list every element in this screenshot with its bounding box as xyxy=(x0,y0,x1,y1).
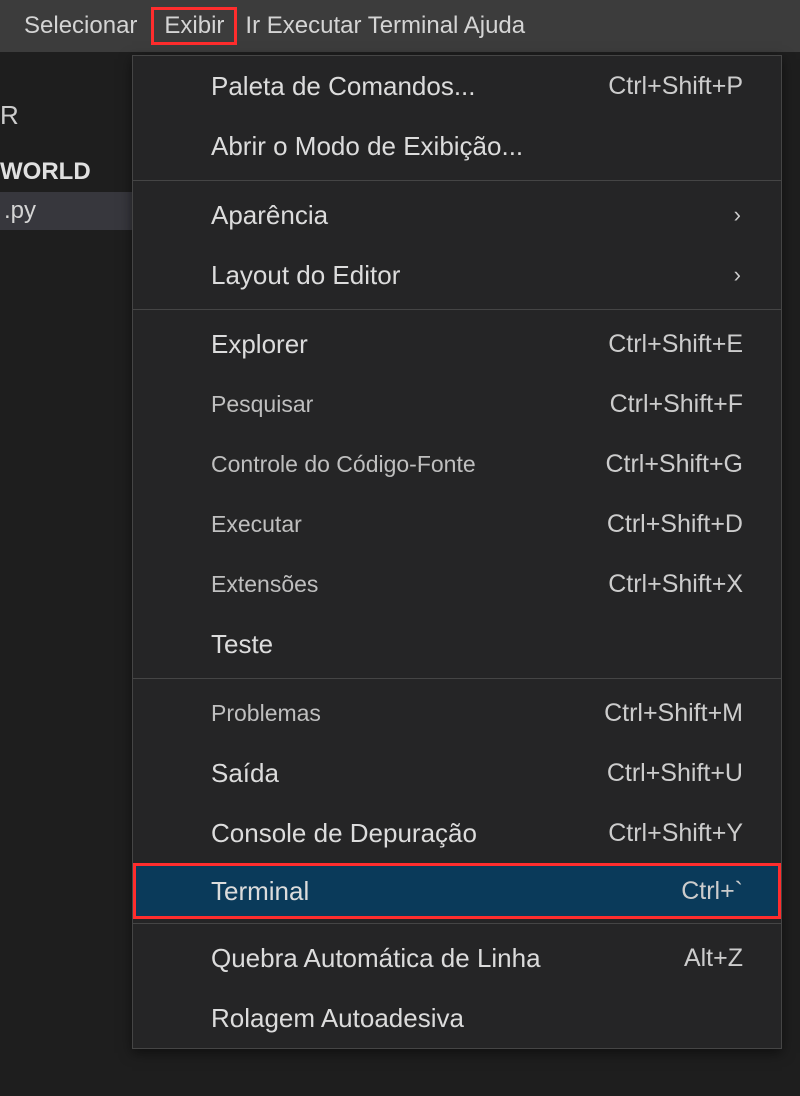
menu-appearance[interactable]: Aparência › xyxy=(133,185,781,245)
menu-item-label: Aparência xyxy=(211,200,734,231)
menu-item-label: Saída xyxy=(211,758,607,789)
menu-run[interactable]: Executar Ctrl+Shift+D xyxy=(133,494,781,554)
menu-editor-layout[interactable]: Layout do Editor › xyxy=(133,245,781,305)
menu-item-label: Abrir o Modo de Exibição... xyxy=(211,131,743,162)
menu-item-shortcut: Ctrl+Shift+E xyxy=(608,330,743,359)
chevron-right-icon: › xyxy=(734,202,743,228)
menu-search[interactable]: Pesquisar Ctrl+Shift+F xyxy=(133,374,781,434)
sidebar-letter: R xyxy=(0,100,19,131)
menu-debug-console[interactable]: Console de Depuração Ctrl+Shift+Y xyxy=(133,803,781,863)
separator xyxy=(133,923,781,924)
view-dropdown: Paleta de Comandos... Ctrl+Shift+P Abrir… xyxy=(132,55,782,1049)
menu-item-label: Layout do Editor xyxy=(211,260,734,291)
menu-item-shortcut: Ctrl+Shift+G xyxy=(605,450,743,479)
menu-item-shortcut: Ctrl+` xyxy=(681,877,743,906)
menu-item-shortcut: Ctrl+Shift+U xyxy=(607,759,743,788)
separator xyxy=(133,309,781,310)
menu-item-shortcut: Alt+Z xyxy=(684,944,743,973)
menu-problems[interactable]: Problemas Ctrl+Shift+M xyxy=(133,683,781,743)
sidebar-folder: WORLD xyxy=(0,158,91,186)
menu-output[interactable]: Saída Ctrl+Shift+U xyxy=(133,743,781,803)
menu-item-label: Rolagem Autoadesiva xyxy=(211,1003,743,1034)
menu-item-label: Explorer xyxy=(211,329,608,360)
menu-word-wrap[interactable]: Quebra Automática de Linha Alt+Z xyxy=(133,928,781,988)
menu-item-label: Quebra Automática de Linha xyxy=(211,943,684,974)
menu-item-shortcut: Ctrl+Shift+Y xyxy=(608,819,743,848)
menu-item-shortcut: Ctrl+Shift+D xyxy=(607,510,743,539)
menu-source-control[interactable]: Controle do Código-Fonte Ctrl+Shift+G xyxy=(133,434,781,494)
menu-item-shortcut: Ctrl+Shift+M xyxy=(604,699,743,728)
menu-item-label: Console de Depuração xyxy=(211,818,608,849)
menu-item-shortcut: Ctrl+Shift+F xyxy=(610,390,743,419)
menu-command-palette[interactable]: Paleta de Comandos... Ctrl+Shift+P xyxy=(133,56,781,116)
menu-item-shortcut: Ctrl+Shift+X xyxy=(608,570,743,599)
menu-exibir[interactable]: Exibir xyxy=(151,7,237,45)
menu-item-label: Controle do Código-Fonte xyxy=(211,451,605,478)
menu-item-shortcut: Ctrl+Shift+P xyxy=(608,72,743,101)
separator xyxy=(133,678,781,679)
menu-item-label: Pesquisar xyxy=(211,391,610,418)
separator xyxy=(133,180,781,181)
menu-sticky-scroll[interactable]: Rolagem Autoadesiva xyxy=(133,988,781,1048)
menu-item-label: Terminal xyxy=(211,876,681,907)
menu-terminal[interactable]: Terminal Ctrl+` xyxy=(133,863,781,919)
menu-extensions[interactable]: Extensões Ctrl+Shift+X xyxy=(133,554,781,614)
menu-rest[interactable]: Ir Executar Terminal Ajuda xyxy=(237,8,539,44)
menu-item-label: Paleta de Comandos... xyxy=(211,71,608,102)
chevron-right-icon: › xyxy=(734,262,743,288)
menu-bar: Selecionar Exibir Ir Executar Terminal A… xyxy=(0,0,800,52)
menu-item-label: Extensões xyxy=(211,571,608,598)
menu-item-label: Executar xyxy=(211,511,607,538)
menu-selecionar[interactable]: Selecionar xyxy=(10,8,151,44)
menu-item-label: Teste xyxy=(211,629,743,660)
menu-item-label: Problemas xyxy=(211,700,604,727)
menu-test[interactable]: Teste xyxy=(133,614,781,674)
sidebar-file[interactable]: .py xyxy=(0,192,132,230)
menu-open-view[interactable]: Abrir o Modo de Exibição... xyxy=(133,116,781,176)
menu-explorer[interactable]: Explorer Ctrl+Shift+E xyxy=(133,314,781,374)
